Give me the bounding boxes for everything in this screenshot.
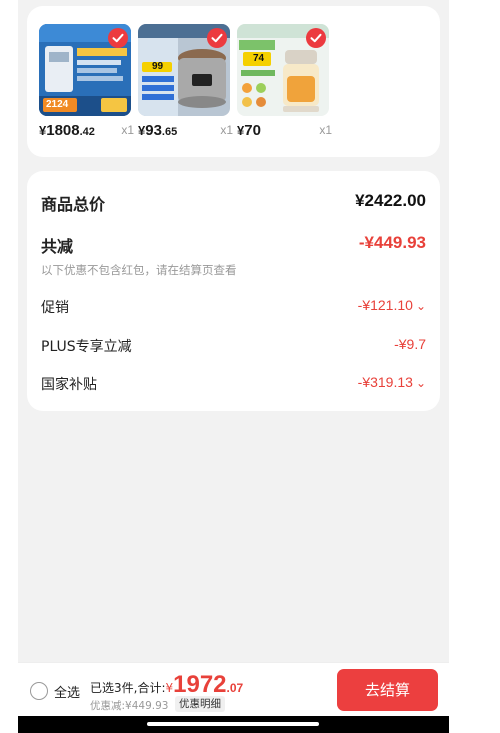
product-quantity: x1 [121,123,134,137]
checkout-bar: 全选 已选3件,合计:¥1972.07 优惠减:¥449.93 优惠明细 去结算 [18,662,449,716]
chevron-down-icon: ⌄ [415,299,426,313]
product-price: ¥93.65 [138,122,178,139]
promo-row-value[interactable]: -¥121.10 ⌄ [358,297,426,313]
selected-check-icon[interactable] [207,28,227,48]
home-indicator[interactable] [147,722,319,726]
product-quantity: x1 [220,123,233,137]
select-all-label[interactable]: 全选 [54,682,80,701]
discount-note: 以下优惠不包含红包，请在结算页查看 [41,263,237,277]
chevron-down-icon: ⌄ [415,376,426,390]
checkout-button[interactable]: 去结算 [337,669,438,711]
national-subsidy-label: 国家补贴 [41,377,97,393]
select-all-radio[interactable] [30,682,48,700]
product-promo-badge: 99 [152,61,164,72]
discount-detail-button[interactable]: 优惠明细 [175,696,225,712]
selected-summary: 已选3件,合计:¥1972.07 [90,671,244,698]
plus-discount-value: -¥9.7 [394,336,426,352]
selected-check-icon[interactable] [306,28,326,48]
subsidy-row-value[interactable]: -¥319.13 ⌄ [358,374,426,390]
total-price-label: 商品总价 [41,195,106,214]
national-subsidy-value: -¥319.13 [357,374,413,390]
product-promo-badge: 2124 [46,99,69,110]
selected-check-icon[interactable] [108,28,128,48]
promo-value: -¥121.10 [357,297,413,313]
product-promo-badge: 74 [253,53,265,64]
total-amount: 1972 [173,671,227,698]
total-price-value: ¥2422.00 [355,191,426,210]
price-summary-card: 商品总价 ¥2422.00 共减 -¥449.93 以下优惠不包含红包，请在结算… [27,171,440,411]
total-reduce-value: -¥449.93 [358,233,426,252]
discount-amount: 优惠减:¥449.93 [90,700,169,712]
product-quantity: x1 [319,123,332,137]
cart-summary-screen: 2124 ¥1808.42 x1 99 ¥93.65 x1 74 ¥70 x1 … [18,0,449,733]
gesture-bar [18,716,449,733]
product-price: ¥70 [237,122,261,139]
total-reduce-label: 共减 [41,237,74,256]
promo-label: 促销 [41,300,69,316]
plus-discount-label: PLUS专享立减 [41,339,132,355]
selected-products-card: 2124 ¥1808.42 x1 99 ¥93.65 x1 74 ¥70 x1 [27,6,440,157]
product-price: ¥1808.42 [39,122,95,139]
